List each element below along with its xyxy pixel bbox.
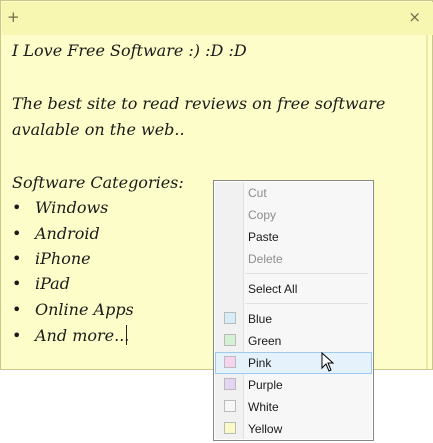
context-menu[interactable]: Cut Copy Paste Delete Select All Blue Gr… [213,180,374,441]
menu-item-color-green[interactable]: Green [215,330,372,352]
note-line: The best site to read reviews on free so… [12,94,386,113]
menu-item-paste[interactable]: Paste [215,226,372,248]
color-swatch-icon [224,400,236,412]
note-titlebar[interactable]: + × [2,2,433,35]
menu-separator [245,273,368,274]
menu-item-select-all[interactable]: Select All [215,278,372,300]
menu-separator [245,303,368,304]
note-edge [426,35,428,369]
color-swatch-icon [224,378,236,390]
menu-item-color-purple[interactable]: Purple [215,374,372,396]
menu-item-color-white[interactable]: White [215,396,372,418]
menu-item-delete[interactable]: Delete [215,248,372,270]
color-swatch-icon [224,422,236,434]
mouse-cursor-icon [321,352,335,372]
color-swatch-icon [224,356,236,368]
close-note-button[interactable]: × [408,9,421,25]
menu-item-color-blue[interactable]: Blue [215,308,372,330]
menu-item-copy[interactable]: Copy [215,204,372,226]
note-line: I Love Free Software :) :D :D [12,41,247,60]
text-caret [126,325,127,345]
color-swatch-icon [224,312,236,324]
note-heading: Software Categories: [12,173,184,192]
menu-item-cut[interactable]: Cut [215,182,372,204]
menu-item-color-yellow[interactable]: Yellow [215,418,372,440]
add-note-button[interactable]: + [7,9,20,25]
color-swatch-icon [224,334,236,346]
note-line: avalable on the web.. [12,120,185,139]
menu-item-color-pink[interactable]: Pink [215,352,372,374]
